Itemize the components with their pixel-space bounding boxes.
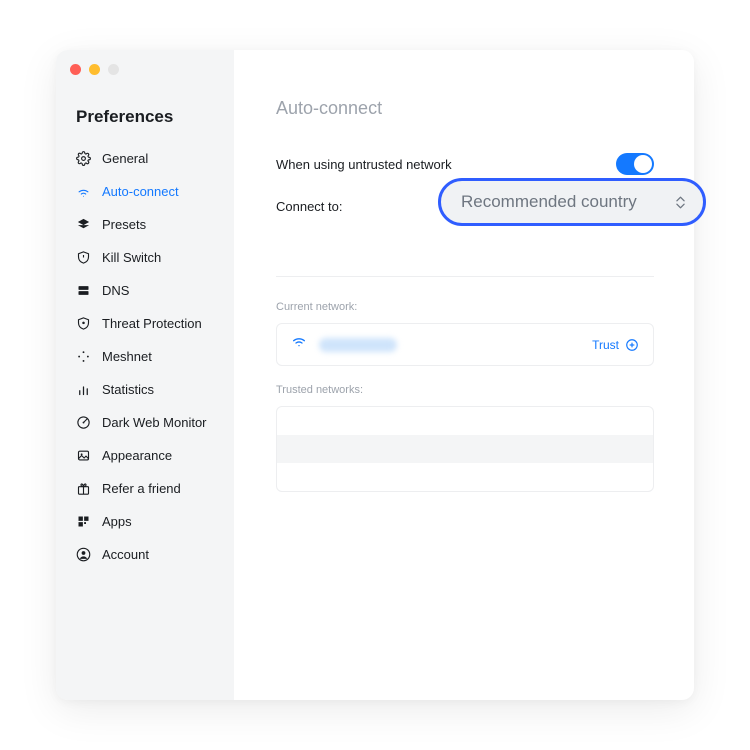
sidebar-item-label: Refer a friend — [102, 482, 181, 495]
untrusted-network-row: When using untrusted network — [276, 153, 654, 175]
sidebar-item-label: Account — [102, 548, 149, 561]
window-controls — [56, 64, 234, 95]
sidebar-item-auto-connect[interactable]: Auto-connect — [64, 176, 226, 207]
untrusted-network-toggle[interactable] — [616, 153, 654, 175]
close-window-button[interactable] — [70, 64, 81, 75]
trusted-networks-list — [276, 406, 654, 492]
sidebar-item-label: General — [102, 152, 148, 165]
sidebar-item-meshnet[interactable]: Meshnet — [64, 341, 226, 372]
sidebar-item-apps[interactable]: Apps — [64, 506, 226, 537]
current-network-card: Trust — [276, 323, 654, 366]
current-network-heading: Current network: — [276, 301, 654, 313]
gift-icon — [76, 481, 91, 496]
sidebar-item-dns[interactable]: DNS — [64, 275, 226, 306]
sidebar-item-label: Appearance — [102, 449, 172, 462]
trust-label: Trust — [592, 338, 619, 352]
sidebar-item-dark-web-monitor[interactable]: Dark Web Monitor — [64, 407, 226, 438]
minimize-window-button[interactable] — [89, 64, 100, 75]
sidebar-item-label: DNS — [102, 284, 129, 297]
preferences-window: Preferences General Auto-connect Presets — [56, 50, 694, 700]
image-icon — [76, 448, 91, 463]
bar-chart-icon — [76, 382, 91, 397]
mesh-icon — [76, 349, 91, 364]
sidebar-item-label: Dark Web Monitor — [102, 416, 207, 429]
sidebar-title: Preferences — [56, 95, 234, 143]
sidebar-item-account[interactable]: Account — [64, 539, 226, 570]
sidebar-item-label: Meshnet — [102, 350, 152, 363]
sidebar-item-threat-protection[interactable]: Threat Protection — [64, 308, 226, 339]
layers-icon — [76, 217, 91, 232]
trusted-networks-heading: Trusted networks: — [276, 384, 654, 396]
section-divider — [276, 276, 654, 277]
sidebar-item-presets[interactable]: Presets — [64, 209, 226, 240]
trust-network-button[interactable]: Trust — [592, 338, 639, 352]
sidebar-item-general[interactable]: General — [64, 143, 226, 174]
current-network-info — [291, 334, 397, 355]
connect-to-label: Connect to: — [276, 199, 343, 214]
main-panel: Auto-connect When using untrusted networ… — [234, 50, 694, 700]
maximize-window-button[interactable] — [108, 64, 119, 75]
sidebar-item-label: Statistics — [102, 383, 154, 396]
radar-icon — [76, 415, 91, 430]
untrusted-network-label: When using untrusted network — [276, 157, 452, 172]
wifi-icon — [291, 334, 307, 355]
sidebar-nav: General Auto-connect Presets Kill Switch — [56, 143, 234, 570]
sidebar-item-label: Threat Protection — [102, 317, 202, 330]
dropdown-selected-value: Recommended country — [461, 192, 637, 212]
sidebar-item-label: Apps — [102, 515, 132, 528]
trusted-network-row-empty — [277, 407, 653, 435]
apps-icon — [76, 514, 91, 529]
sidebar-item-label: Kill Switch — [102, 251, 161, 264]
server-icon — [76, 283, 91, 298]
sidebar-item-label: Presets — [102, 218, 146, 231]
shield-power-icon — [76, 250, 91, 265]
current-network-name-blurred — [319, 338, 397, 352]
chevron-up-down-icon — [676, 196, 685, 209]
trusted-network-row-empty — [277, 435, 653, 463]
connect-to-dropdown[interactable]: Recommended country — [438, 178, 706, 226]
shield-icon — [76, 316, 91, 331]
sidebar: Preferences General Auto-connect Presets — [56, 50, 234, 700]
sidebar-item-appearance[interactable]: Appearance — [64, 440, 226, 471]
plus-circle-icon — [625, 338, 639, 352]
sidebar-item-kill-switch[interactable]: Kill Switch — [64, 242, 226, 273]
wifi-icon — [76, 184, 91, 199]
sidebar-item-refer-a-friend[interactable]: Refer a friend — [64, 473, 226, 504]
page-title: Auto-connect — [276, 98, 654, 119]
sidebar-item-label: Auto-connect — [102, 185, 179, 198]
trusted-network-row-empty — [277, 463, 653, 491]
gear-icon — [76, 151, 91, 166]
account-icon — [76, 547, 91, 562]
sidebar-item-statistics[interactable]: Statistics — [64, 374, 226, 405]
